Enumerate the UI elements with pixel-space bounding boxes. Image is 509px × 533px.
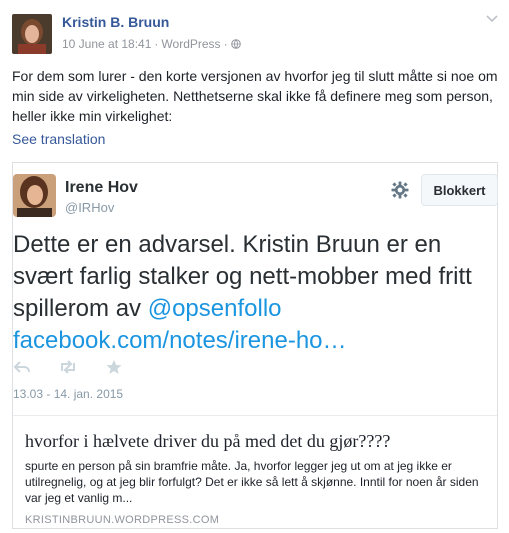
tweet-text: Dette er en advarsel. Kristin Bruun er e… xyxy=(13,229,499,357)
reply-icon[interactable] xyxy=(13,359,31,375)
shared-link-card[interactable]: Irene Hov @IRHov Blokkert Dette er en ad… xyxy=(12,162,498,529)
article-description: spurte en person på sin bramfrie måte. J… xyxy=(25,459,479,505)
post-source[interactable]: WordPress xyxy=(161,37,220,51)
see-translation-link[interactable]: See translation xyxy=(12,131,105,147)
tweet-author-name[interactable]: Irene Hov xyxy=(65,179,138,197)
post-text: For dem som lurer - den korte versjonen … xyxy=(12,68,498,124)
tweet-author-avatar[interactable] xyxy=(13,174,56,217)
tweet-mention-link[interactable]: @opsenfollo xyxy=(148,295,282,322)
tweet-author-handle[interactable]: @IRHov xyxy=(65,200,114,215)
gear-icon[interactable] xyxy=(391,181,409,199)
chevron-down-icon[interactable] xyxy=(485,14,499,24)
tweet-url-link[interactable]: facebook.com/notes/irene-ho… xyxy=(13,327,347,354)
author-avatar[interactable] xyxy=(12,14,52,54)
favorite-icon[interactable] xyxy=(105,359,123,375)
meta-separator: · xyxy=(154,37,159,51)
tweet-actions xyxy=(13,359,123,375)
retweet-icon[interactable] xyxy=(59,359,77,375)
post-meta: 10 June at 18:41 · WordPress · xyxy=(62,37,241,51)
author-name[interactable]: Kristin B. Bruun xyxy=(62,14,169,30)
tweet-date[interactable]: 13.03 - 14. jan. 2015 xyxy=(13,387,123,401)
facebook-post: Kristin B. Bruun 10 June at 18:41 · Word… xyxy=(0,0,509,533)
article-title[interactable]: hvorfor i hælvete driver du på med det d… xyxy=(25,431,485,452)
globe-icon[interactable] xyxy=(230,39,241,49)
article-source: KRISTINBRUUN.WORDPRESS.COM xyxy=(25,514,220,526)
post-date[interactable]: 10 June at 18:41 xyxy=(62,37,151,51)
card-divider xyxy=(13,415,497,416)
blocked-button[interactable]: Blokkert xyxy=(421,174,498,206)
meta-separator-2: · xyxy=(223,37,228,51)
